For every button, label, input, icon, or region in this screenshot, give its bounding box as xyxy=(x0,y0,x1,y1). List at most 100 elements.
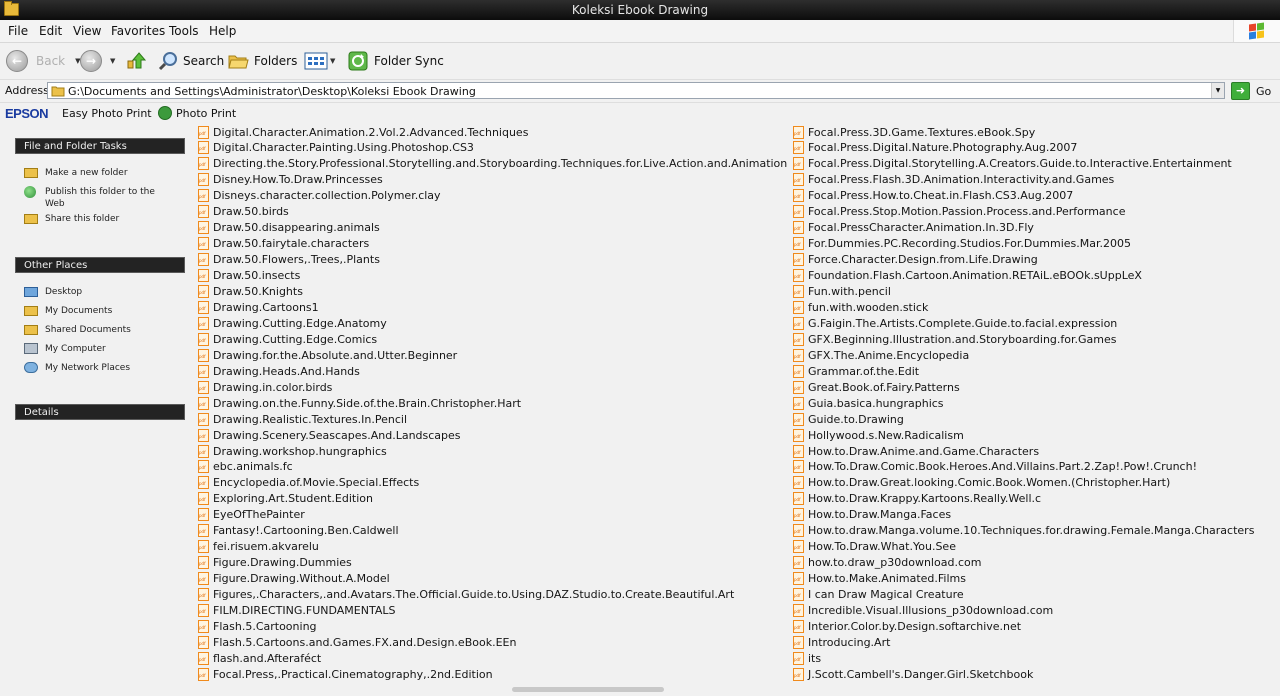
file-item[interactable]: Draw.50.Flowers,.Trees,.Plants xyxy=(198,252,380,268)
file-item[interactable]: Drawing.Scenery.Seascapes.And.Landscapes xyxy=(198,427,461,443)
file-item[interactable]: How.To.Draw.What.You.See xyxy=(793,539,956,555)
address-dropdown-icon[interactable]: ▼ xyxy=(1211,83,1224,98)
file-item[interactable]: Disney.How.To.Draw.Princesses xyxy=(198,172,383,188)
menu-help[interactable]: Help xyxy=(209,24,236,38)
file-item[interactable]: Flash.5.Cartooning xyxy=(198,618,317,634)
file-item[interactable]: For.Dummies.PC.Recording.Studios.For.Dum… xyxy=(793,236,1131,252)
make-new-folder-link[interactable]: Make a new folder xyxy=(24,167,128,179)
address-input[interactable]: G:\Documents and Settings\Administrator\… xyxy=(47,82,1225,99)
file-item[interactable]: how.to.draw_p30download.com xyxy=(793,555,981,571)
folders-button[interactable]: Folders xyxy=(227,43,297,79)
file-item[interactable]: GFX.The.Anime.Encyclopedia xyxy=(793,347,969,363)
search-button[interactable]: Search xyxy=(158,43,224,79)
menu-file[interactable]: File xyxy=(8,24,28,38)
file-item[interactable]: Figure.Drawing.Dummies xyxy=(198,555,352,571)
file-item[interactable]: Focal.Press.Stop.Motion.Passion.Process.… xyxy=(793,204,1125,220)
other-places-header[interactable]: Other Places xyxy=(15,257,185,273)
file-item[interactable]: How.to.Draw.Manga.Faces xyxy=(793,507,951,523)
file-item[interactable]: Digital.Character.Animation.2.Vol.2.Adva… xyxy=(198,124,528,140)
file-item[interactable]: Figures,.Characters,.and.Avatars.The.Off… xyxy=(198,587,734,603)
file-item[interactable]: How.to.draw.Manga.volume.10.Techniques.f… xyxy=(793,523,1254,539)
up-folder-button[interactable] xyxy=(125,43,147,79)
horizontal-scrollbar[interactable] xyxy=(196,684,1280,696)
file-item[interactable]: Drawing.for.the.Absolute.and.Utter.Begin… xyxy=(198,347,457,363)
views-button[interactable]: ▼ xyxy=(304,43,335,79)
shared-documents-link[interactable]: Shared Documents xyxy=(24,324,131,336)
file-item[interactable]: Force.Character.Design.from.Life.Drawing xyxy=(793,252,1038,268)
menu-view[interactable]: View xyxy=(73,24,101,38)
file-item[interactable]: Draw.50.fairytale.characters xyxy=(198,236,369,252)
desktop-link[interactable]: Desktop xyxy=(24,286,82,298)
file-item[interactable]: Focal.Press.3D.Game.Textures.eBook.Spy xyxy=(793,124,1035,140)
menu-favorites[interactable]: Favorites xyxy=(111,24,165,38)
file-item[interactable]: Great.Book.of.Fairy.Patterns xyxy=(793,379,960,395)
file-item[interactable]: fei.risuem.akvarelu xyxy=(198,539,319,555)
my-network-places-link[interactable]: My Network Places xyxy=(24,362,130,374)
views-dropdown-icon[interactable]: ▼ xyxy=(330,57,335,65)
folder-sync-button[interactable]: Folder Sync xyxy=(347,43,444,79)
file-item[interactable]: Focal.Press.How.to.Cheat.in.Flash.CS3.Au… xyxy=(793,188,1073,204)
file-item[interactable]: Exploring.Art.Student.Edition xyxy=(198,491,373,507)
file-item[interactable]: Fantasy!.Cartooning.Ben.Caldwell xyxy=(198,523,399,539)
file-item[interactable]: Drawing.Cartoons1 xyxy=(198,299,319,315)
go-button[interactable]: ➜ Go xyxy=(1231,82,1271,100)
file-item[interactable]: How.To.Draw.Comic.Book.Heroes.And.Villai… xyxy=(793,459,1197,475)
file-item[interactable]: Fun.with.pencil xyxy=(793,284,891,300)
file-item[interactable]: Focal.Press.Flash.3D.Animation.Interacti… xyxy=(793,172,1114,188)
file-item[interactable]: Draw.50.disappearing.animals xyxy=(198,220,380,236)
photo-print-button[interactable]: Photo Print xyxy=(158,106,236,120)
file-item[interactable]: Drawing.on.the.Funny.Side.of.the.Brain.C… xyxy=(198,395,521,411)
file-item[interactable]: GFX.Beginning.Illustration.and.Storyboar… xyxy=(793,331,1117,347)
file-item[interactable]: I can Draw Magical Creature xyxy=(793,587,964,603)
file-item[interactable]: Guide.to.Drawing xyxy=(793,411,904,427)
scrollbar-thumb[interactable] xyxy=(512,687,664,692)
file-item[interactable]: How.to.Make.Animated.Films xyxy=(793,571,966,587)
file-item[interactable]: ebc.animals.fc xyxy=(198,459,293,475)
easy-photo-print-button[interactable]: Easy Photo Print ▼ xyxy=(62,107,165,120)
file-item[interactable]: Drawing.in.color.birds xyxy=(198,379,332,395)
back-button[interactable]: ← Back ▼ xyxy=(6,43,81,79)
file-item[interactable]: Drawing.Realistic.Textures.In.Pencil xyxy=(198,411,407,427)
menu-edit[interactable]: Edit xyxy=(39,24,62,38)
file-item[interactable]: Figure.Drawing.Without.A.Model xyxy=(198,571,390,587)
file-item[interactable]: Encyclopedia.of.Movie.Special.Effects xyxy=(198,475,419,491)
file-item[interactable]: Draw.50.insects xyxy=(198,268,300,284)
menu-tools[interactable]: Tools xyxy=(169,24,199,38)
file-item[interactable]: How.to.Draw.Great.looking.Comic.Book.Wom… xyxy=(793,475,1170,491)
file-item[interactable]: its xyxy=(793,650,821,666)
file-item[interactable]: Drawing.workshop.hungraphics xyxy=(198,443,387,459)
file-item[interactable]: FILM.DIRECTING.FUNDAMENTALS xyxy=(198,603,395,619)
file-item[interactable]: Focal.Press,.Practical.Cinematography,.2… xyxy=(198,666,493,682)
my-computer-link[interactable]: My Computer xyxy=(24,343,106,355)
file-item[interactable]: Focal.Press.Digital.Nature.Photography.A… xyxy=(793,140,1077,156)
file-item[interactable]: Hollywood.s.New.Radicalism xyxy=(793,427,964,443)
file-item[interactable]: Drawing.Cutting.Edge.Comics xyxy=(198,331,377,347)
file-item[interactable]: J.Scott.Cambell's.Danger.Girl.Sketchbook xyxy=(793,666,1033,682)
forward-button[interactable]: → ▼ xyxy=(80,43,115,79)
file-item[interactable]: Digital.Character.Painting.Using.Photosh… xyxy=(198,140,474,156)
file-item[interactable]: Introducing.Art xyxy=(793,634,890,650)
forward-dropdown-icon[interactable]: ▼ xyxy=(110,57,115,65)
file-item[interactable]: Flash.5.Cartoons.and.Games.FX.and.Design… xyxy=(198,634,516,650)
file-item[interactable]: Drawing.Cutting.Edge.Anatomy xyxy=(198,315,387,331)
file-folder-tasks-header[interactable]: File and Folder Tasks xyxy=(15,138,185,154)
file-item[interactable]: flash.and.Afteraféct xyxy=(198,650,321,666)
file-item[interactable]: Drawing.Heads.And.Hands xyxy=(198,363,360,379)
file-item[interactable]: EyeOfThePainter xyxy=(198,507,305,523)
file-item[interactable]: How.to.Draw.Anime.and.Game.Characters xyxy=(793,443,1039,459)
file-item[interactable]: Focal.PressCharacter.Animation.In.3D.Fly xyxy=(793,220,1034,236)
publish-folder-link[interactable]: Publish this folder to the Web xyxy=(24,186,164,210)
file-item[interactable]: Disneys.character.collection.Polymer.cla… xyxy=(198,188,441,204)
file-item[interactable]: fun.with.wooden.stick xyxy=(793,299,928,315)
file-item[interactable]: Guia.basica.hungraphics xyxy=(793,395,944,411)
file-item[interactable]: Draw.50.Knights xyxy=(198,284,303,300)
file-item[interactable]: Interior.Color.by.Design.softarchive.net xyxy=(793,618,1021,634)
file-item[interactable]: How.to.Draw.Krappy.Kartoons.Really.Well.… xyxy=(793,491,1041,507)
file-item[interactable]: Grammar.of.the.Edit xyxy=(793,363,919,379)
details-header[interactable]: Details xyxy=(15,404,185,420)
file-item[interactable]: Foundation.Flash.Cartoon.Animation.RETAi… xyxy=(793,268,1142,284)
file-item[interactable]: Incredible.Visual.Illusions_p30download.… xyxy=(793,603,1053,619)
file-item[interactable]: Directing.the.Story.Professional.Storyte… xyxy=(198,156,787,172)
file-item[interactable]: Focal.Press.Digital.Storytelling.A.Creat… xyxy=(793,156,1232,172)
share-folder-link[interactable]: Share this folder xyxy=(24,213,119,225)
